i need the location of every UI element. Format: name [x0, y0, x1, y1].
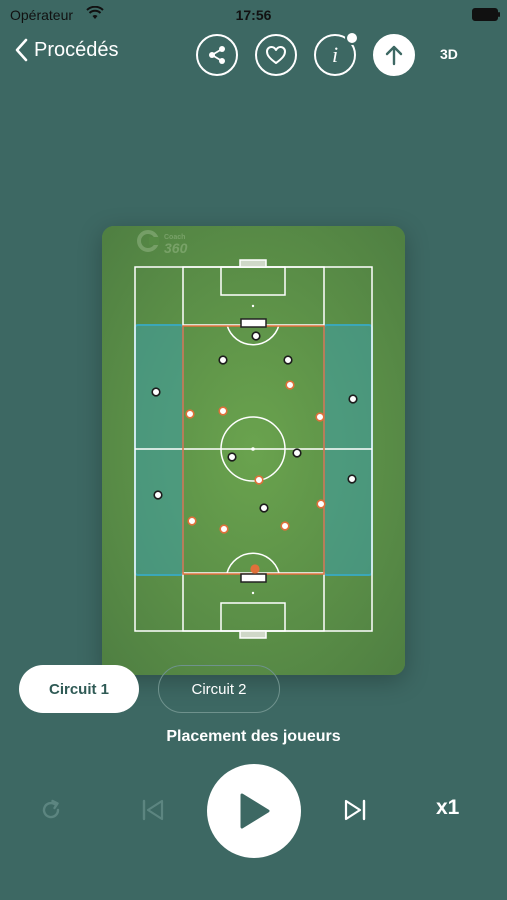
player-marker-white: [153, 490, 163, 500]
next-button[interactable]: [338, 793, 372, 827]
step-title: Placement des joueurs: [166, 728, 341, 745]
refresh-icon: [42, 799, 60, 819]
back-label: Procédés: [34, 38, 119, 61]
football-pitch: Coach 360: [102, 226, 405, 675]
circuit-1-button[interactable]: Circuit 1: [19, 665, 139, 713]
player-marker-orange: [280, 521, 290, 531]
svg-text:360: 360: [164, 240, 188, 256]
upload-button[interactable]: [373, 34, 415, 76]
player-marker-white: [292, 448, 302, 458]
back-button[interactable]: Procédés: [14, 38, 119, 62]
player-marker-white: [218, 355, 228, 365]
top-goal: [240, 318, 267, 328]
player-marker-orange: [218, 406, 228, 416]
right-zone: [323, 324, 373, 576]
skip-next-icon: [344, 799, 366, 821]
info-icon: i: [332, 43, 338, 67]
replay-button[interactable]: [34, 793, 68, 827]
play-icon: [240, 793, 270, 829]
left-zone: [134, 324, 184, 576]
svg-text:i: i: [332, 43, 338, 67]
player-marker-white: [151, 387, 161, 397]
player-marker-orange: [187, 516, 197, 526]
3d-toggle[interactable]: 3D: [440, 46, 458, 62]
player-marker-orange: [254, 475, 264, 485]
speed-toggle[interactable]: x1: [436, 796, 459, 820]
skip-previous-icon: [142, 799, 164, 821]
circuit-2-button[interactable]: Circuit 2: [158, 665, 280, 713]
heart-icon: [266, 46, 286, 64]
player-marker-white: [227, 452, 237, 462]
clock-label: 17:56: [235, 7, 272, 23]
player-marker-white: [348, 394, 358, 404]
play-button[interactable]: [207, 764, 301, 858]
previous-button[interactable]: [136, 793, 170, 827]
ball-marker: [250, 564, 260, 574]
share-button[interactable]: [196, 34, 238, 76]
player-marker-orange: [316, 499, 326, 509]
player-marker-orange: [285, 380, 295, 390]
player-marker-white: [259, 503, 269, 513]
field-card: Coach 360: [102, 226, 405, 675]
player-marker-white: [283, 355, 293, 365]
battery-icon: [472, 8, 498, 21]
player-marker-orange: [315, 412, 325, 422]
notification-dot: [345, 31, 359, 45]
status-bar: Opérateur 17:56: [0, 0, 507, 30]
favorite-button[interactable]: [255, 34, 297, 76]
bottom-goal: [240, 573, 267, 583]
battery-tip: [498, 12, 500, 17]
upload-icon: [385, 45, 403, 66]
player-marker-white: [251, 331, 261, 341]
player-marker-white: [347, 474, 357, 484]
player-marker-orange: [185, 409, 195, 419]
player-marker-orange: [219, 524, 229, 534]
share-icon: [209, 46, 225, 64]
chevron-left-icon: [15, 38, 28, 62]
